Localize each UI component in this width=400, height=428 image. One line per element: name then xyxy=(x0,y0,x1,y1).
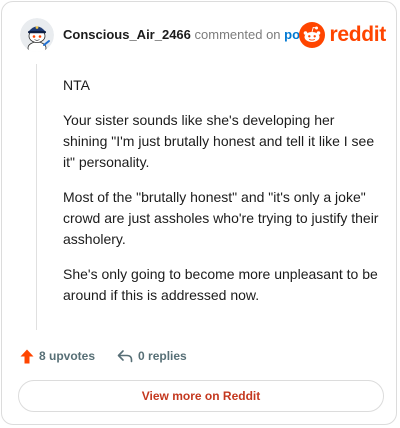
comment-paragraph: Most of the "brutally honest" and "it's … xyxy=(63,189,379,247)
reddit-logo[interactable]: reddit xyxy=(299,21,386,49)
comment-actions: 8 upvotes 0 replies xyxy=(20,346,187,366)
upvote-count: 8 upvotes xyxy=(39,349,96,363)
reddit-wordmark: reddit xyxy=(329,23,386,46)
commented-on-text: commented on xyxy=(194,27,281,42)
view-more-on-reddit-button[interactable]: View more on Reddit xyxy=(18,380,384,412)
author-line: Conscious_Air_2466 commented on post xyxy=(63,27,312,42)
reply-arrow-icon xyxy=(117,350,133,363)
upvote-button[interactable]: 8 upvotes xyxy=(20,349,95,364)
reply-button[interactable]: 0 replies xyxy=(117,349,187,363)
comment-paragraph: She's only going to become more unpleasa… xyxy=(63,266,378,303)
reply-count: 0 replies xyxy=(138,349,187,363)
comment-header: Conscious_Air_2466 commented on post red… xyxy=(20,18,386,54)
thread-line xyxy=(36,64,37,330)
comment-paragraph: Your sister sounds like she's developing… xyxy=(63,112,375,170)
comment-paragraph: NTA xyxy=(63,77,90,93)
reddit-snoo-icon xyxy=(299,22,326,48)
user-avatar[interactable] xyxy=(20,18,54,52)
snoo-avatar-icon xyxy=(20,18,54,52)
upvote-arrow-icon xyxy=(20,349,34,363)
author-name-link[interactable]: Conscious_Air_2466 xyxy=(63,27,191,42)
embedded-comment-card: Conscious_Air_2466 commented on post red… xyxy=(1,1,397,425)
comment-body: NTA Your sister sounds like she's develo… xyxy=(63,75,381,320)
